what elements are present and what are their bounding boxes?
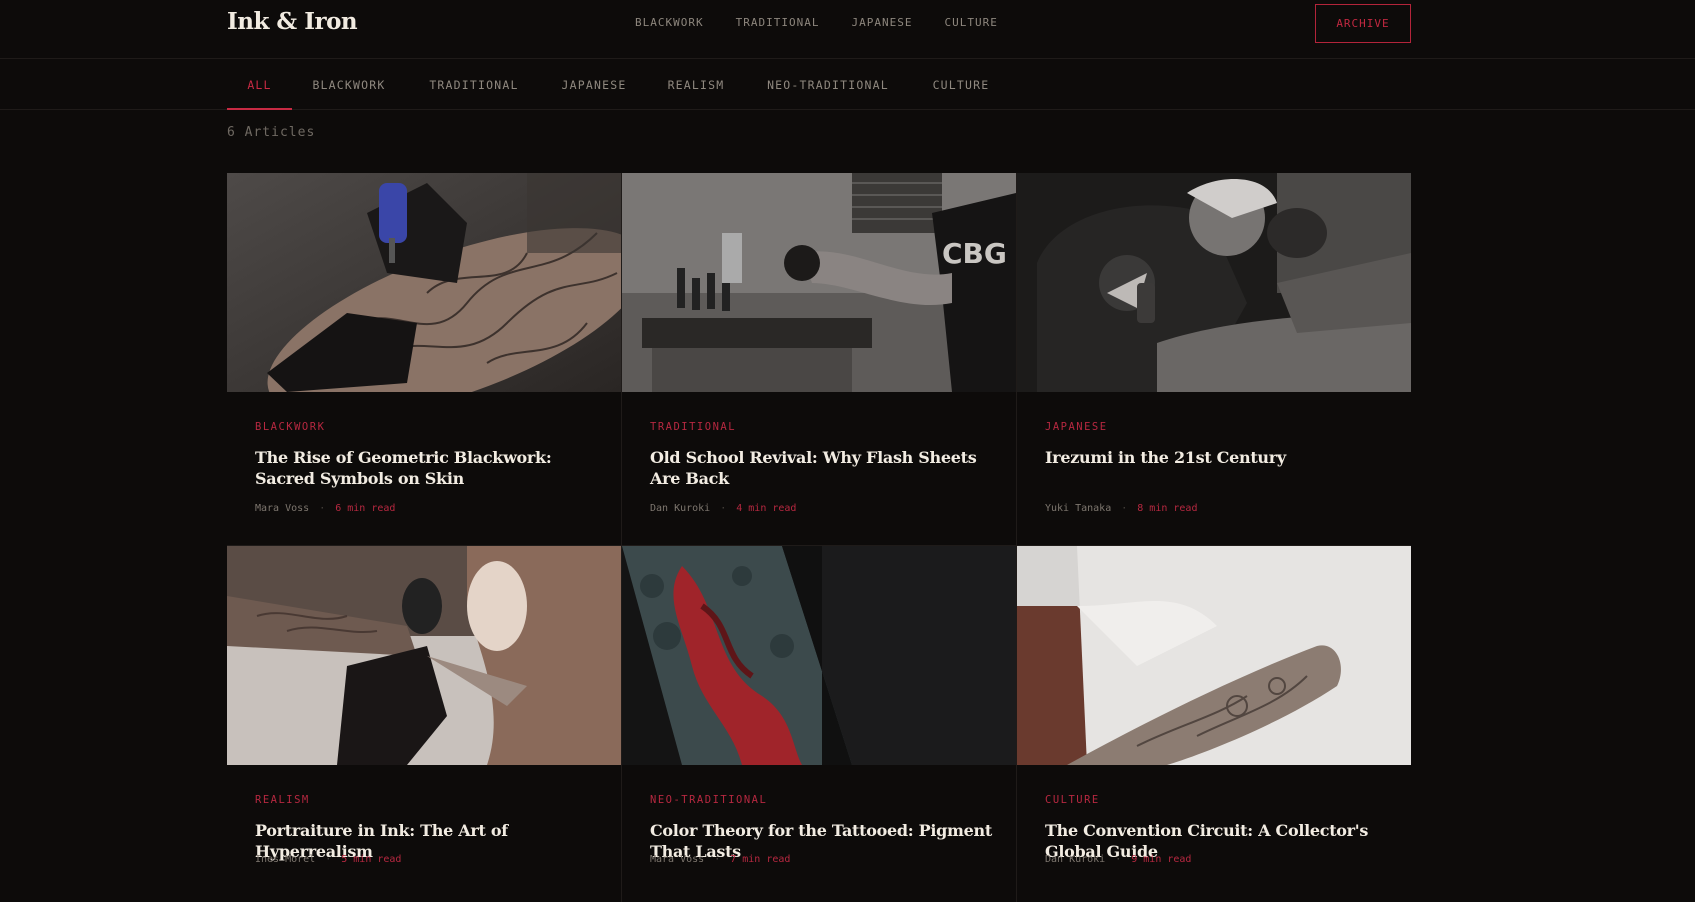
meta-separator: · <box>714 854 721 865</box>
top-nav-culture[interactable]: CULTURE <box>944 16 997 29</box>
colored-sleeve-tattoo-photo <box>622 546 1016 765</box>
tattoo-machine-on-forearm-photo <box>227 173 621 392</box>
article-title[interactable]: Irezumi in the 21st Century <box>1045 447 1390 468</box>
article-meta: Mara Voss · 6 min read <box>255 503 395 514</box>
article-author[interactable]: Ines Morel <box>255 854 315 865</box>
article-image[interactable] <box>622 546 1016 765</box>
studio-artist-at-workstation-photo: CBG <box>622 173 1016 392</box>
meta-separator: · <box>1121 503 1128 514</box>
tab-all[interactable]: ALL <box>227 60 292 110</box>
tab-japanese[interactable]: JAPANESE <box>542 60 646 110</box>
read-time: 5 min read <box>341 854 402 865</box>
article-meta: Dan Kuroki · 9 min read <box>1045 854 1191 865</box>
tab-realism[interactable]: REALISM <box>646 60 746 110</box>
site-logo[interactable]: Ink & Iron <box>227 8 358 35</box>
article-meta: Yuki Tanaka · 8 min read <box>1045 503 1197 514</box>
article-image[interactable] <box>1017 173 1411 392</box>
article-tag[interactable]: TRADITIONAL <box>650 421 736 433</box>
meta-separator: · <box>1115 854 1122 865</box>
meta-separator: · <box>720 503 727 514</box>
article-card[interactable]: CULTURE The Convention Circuit: A Collec… <box>1017 546 1411 902</box>
tab-neo-traditional[interactable]: NEO-TRADITIONAL <box>746 60 910 110</box>
tab-culture[interactable]: CULTURE <box>910 60 1012 110</box>
svg-text:CBG: CBG <box>942 237 1007 270</box>
meta-separator: · <box>319 503 326 514</box>
article-grid: BLACKWORK The Rise of Geometric Blackwor… <box>227 173 1411 902</box>
grid-divider <box>1016 173 1017 902</box>
tab-traditional[interactable]: TRADITIONAL <box>406 60 542 110</box>
article-meta: Mara Voss · 7 min read <box>650 854 790 865</box>
article-title[interactable]: The Rise of Geometric Blackwork: Sacred … <box>255 447 600 489</box>
article-card[interactable]: REALISM Portraiture in Ink: The Art of H… <box>227 546 621 902</box>
article-author[interactable]: Mara Voss <box>255 503 309 514</box>
article-author[interactable]: Dan Kuroki <box>1045 854 1105 865</box>
top-nav-traditional[interactable]: TRADITIONAL <box>736 16 820 29</box>
article-image[interactable] <box>1017 546 1411 765</box>
read-time: 6 min read <box>335 503 396 514</box>
article-count: 6 Articles <box>227 125 316 140</box>
archive-button[interactable]: ARCHIVE <box>1315 4 1411 43</box>
read-time: 7 min read <box>730 854 791 865</box>
grid-divider <box>621 173 622 902</box>
article-card[interactable]: CBG TRADITIONAL Old School Revival: Why … <box>622 173 1016 545</box>
read-time: 9 min read <box>1131 854 1192 865</box>
article-tag[interactable]: CULTURE <box>1045 794 1100 806</box>
article-meta: Ines Morel · 5 min read <box>255 854 401 865</box>
artist-tattooing-client-photo <box>1017 173 1411 392</box>
article-card[interactable]: NEO-TRADITIONAL Color Theory for the Tat… <box>622 546 1016 902</box>
category-tabs: ALL BLACKWORK TRADITIONAL JAPANESE REALI… <box>0 60 1695 110</box>
grid-divider <box>227 545 1411 546</box>
article-tag[interactable]: REALISM <box>255 794 310 806</box>
article-meta: Dan Kuroki · 4 min read <box>650 503 796 514</box>
top-nav-japanese[interactable]: JAPANESE <box>851 16 912 29</box>
article-tag[interactable]: BLACKWORK <box>255 421 325 433</box>
site-header: Ink & Iron BLACKWORK TRADITIONAL JAPANES… <box>0 0 1695 59</box>
article-card[interactable]: BLACKWORK The Rise of Geometric Blackwor… <box>227 173 621 545</box>
tab-blackwork[interactable]: BLACKWORK <box>292 60 406 110</box>
article-image[interactable] <box>227 546 621 765</box>
read-time: 4 min read <box>736 503 797 514</box>
article-tag[interactable]: JAPANESE <box>1045 421 1108 433</box>
article-tag[interactable]: NEO-TRADITIONAL <box>650 794 767 806</box>
article-image[interactable] <box>227 173 621 392</box>
gloved-hands-tattooing-photo <box>227 546 621 765</box>
article-image[interactable]: CBG <box>622 173 1016 392</box>
article-title[interactable]: Old School Revival: Why Flash Sheets Are… <box>650 447 995 489</box>
article-author[interactable]: Yuki Tanaka <box>1045 503 1111 514</box>
article-card[interactable]: JAPANESE Irezumi in the 21st Century Yuk… <box>1017 173 1411 545</box>
top-nav-blackwork[interactable]: BLACKWORK <box>635 16 704 29</box>
meta-separator: · <box>325 854 332 865</box>
read-time: 8 min read <box>1137 503 1198 514</box>
forearm-sleeve-white-shirt-photo <box>1017 546 1411 765</box>
article-author[interactable]: Dan Kuroki <box>650 503 710 514</box>
top-nav: BLACKWORK TRADITIONAL JAPANESE CULTURE <box>635 16 1030 29</box>
article-author[interactable]: Mara Voss <box>650 854 704 865</box>
